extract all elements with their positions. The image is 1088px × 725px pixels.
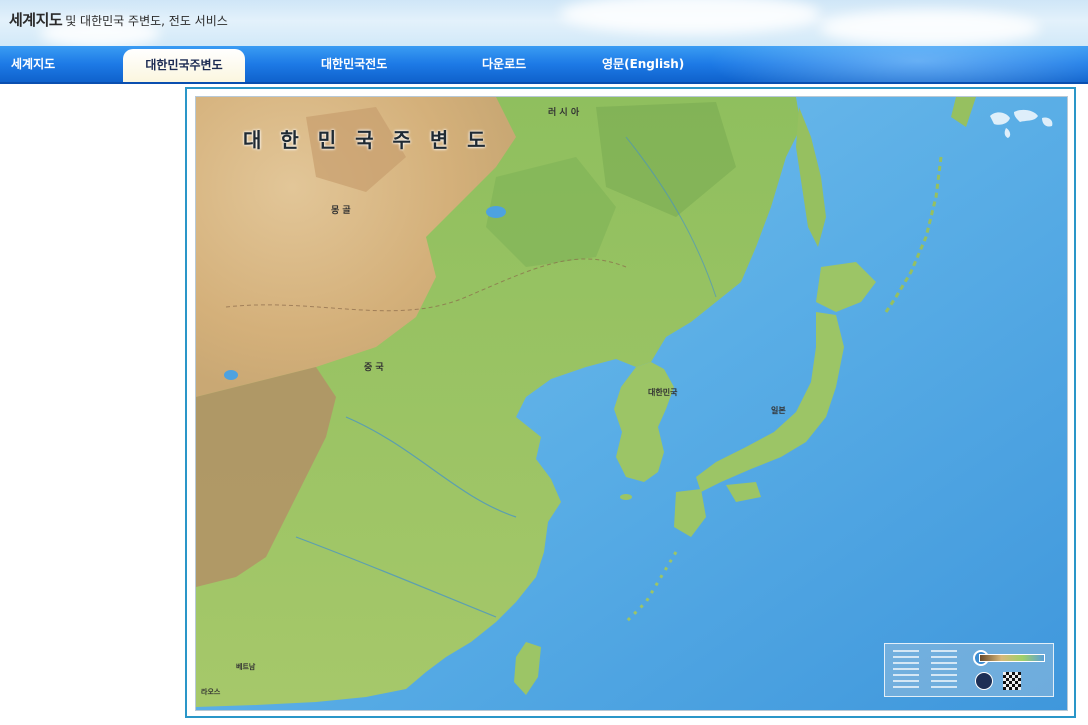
agency-seal-icon <box>975 672 993 690</box>
nav-item-korea-full-map[interactable]: 대한민국전도 <box>321 46 387 82</box>
header-cloud <box>820 10 1040 46</box>
nav-item-english[interactable]: 영문(English) <box>602 46 684 82</box>
label-russia: 러 시 아 <box>548 108 580 118</box>
label-mongolia: 몽 골 <box>331 206 351 216</box>
site-title-main: 세계지도 <box>9 11 63 29</box>
site-title-sub: 및 대한민국 주변도, 전도 서비스 <box>65 14 228 28</box>
map-legend <box>884 643 1054 697</box>
label-korea: 대한민국 <box>648 388 678 397</box>
map-viewport[interactable]: 대 한 민 국 주 변 도 러 시 아 몽 골 중 국 대한민국 일본 베트남 … <box>195 96 1068 711</box>
lake <box>486 206 506 218</box>
main-nav: 세계지도 대한민국주변도 대한민국전도 다운로드 영문(English) <box>0 46 1088 84</box>
label-laos: 라오스 <box>201 688 221 696</box>
site-header: 세계지도 및 대한민국 주변도, 전도 서비스 <box>0 0 1088 46</box>
label-japan: 일본 <box>771 406 786 415</box>
nav-item-world-map[interactable]: 세계지도 <box>11 46 55 82</box>
header-cloud <box>560 0 820 34</box>
map-image <box>196 97 1067 710</box>
nav-item-download[interactable]: 다운로드 <box>482 46 526 82</box>
map-frame: 대 한 민 국 주 변 도 러 시 아 몽 골 중 국 대한민국 일본 베트남 … <box>185 87 1076 718</box>
jeju-island <box>620 494 632 500</box>
nav-glow <box>708 46 1088 82</box>
lake <box>224 370 238 380</box>
legend-column <box>931 650 957 690</box>
elevation-scale <box>979 654 1045 662</box>
site-title: 세계지도 및 대한민국 주변도, 전도 서비스 <box>9 9 228 30</box>
legend-column <box>893 650 919 690</box>
world-mini-map-icon <box>990 109 1053 138</box>
qr-code-icon <box>1003 672 1021 690</box>
label-china: 중 국 <box>364 363 384 373</box>
nav-item-korea-surrounding-map[interactable]: 대한민국주변도 <box>123 49 245 82</box>
label-vietnam: 베트남 <box>236 663 256 671</box>
map-title: 대 한 민 국 주 변 도 <box>243 128 492 152</box>
